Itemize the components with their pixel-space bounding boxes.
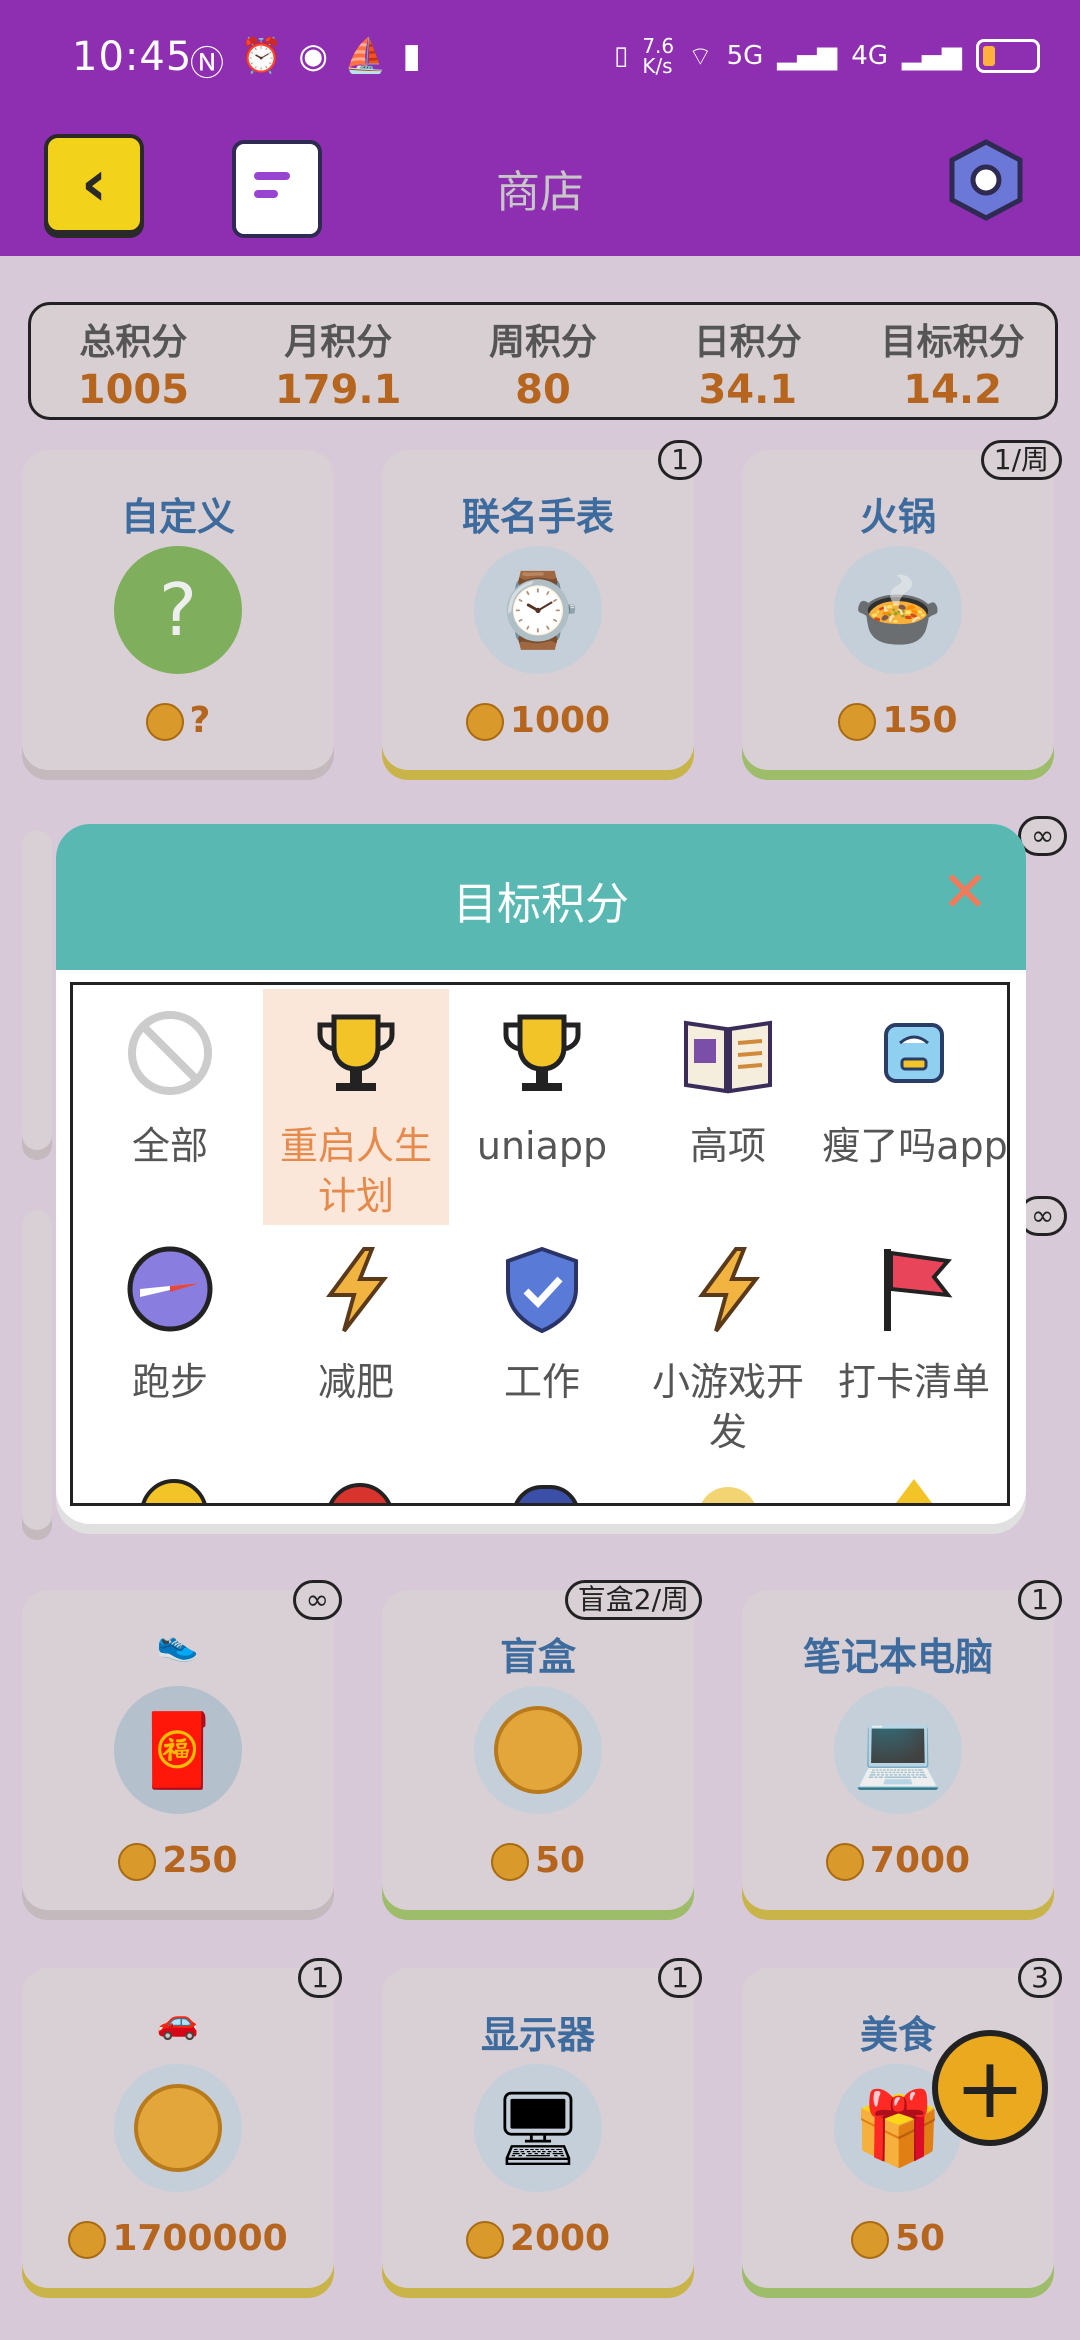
network-5g: 5G — [726, 41, 764, 71]
coin-icon — [838, 703, 877, 741]
coin-icon — [825, 1843, 864, 1881]
goal-item-partial[interactable] — [263, 1465, 449, 1503]
stat-goal: 目标积分 14.2 — [880, 322, 1025, 413]
hotpot-icon: 🍲 — [834, 546, 962, 674]
status-bar: 10:45 Ⓝ ⏰ ◉ ⛵ ▮ ▯ 7.6 K/s ⌔ 5G ▂▄▆ 4G ▂▄… — [0, 0, 1080, 120]
goal-item-partial[interactable] — [77, 1465, 263, 1503]
lightning-icon — [326, 1247, 389, 1333]
app-bar: ‹ 商店 — [0, 120, 1080, 256]
shop-item-hotpot[interactable]: 1/周 火锅 🍲 150 — [742, 440, 1062, 770]
goal-item-minigame-dev[interactable]: 小游戏开发 — [635, 1225, 821, 1461]
status-notification-icons: Ⓝ ⏰ ◉ ⛵ ▮ — [190, 36, 421, 85]
lucky-bag-icon: 🧧 — [114, 1686, 242, 1814]
stock-badge: 1 — [658, 1958, 702, 1998]
settings-hex-icon[interactable] — [944, 138, 1028, 222]
goal-item-partial[interactable] — [821, 1465, 1007, 1503]
coin-icon — [68, 2221, 107, 2259]
stock-badge: 1/周 — [980, 440, 1062, 480]
goal-item-all[interactable]: 全部 — [77, 989, 263, 1225]
coin-icon — [114, 2064, 242, 2192]
shop-item-shoes[interactable]: ∞ 👟 🧧 250 — [22, 1580, 342, 1910]
goal-item-work[interactable]: 工作 — [449, 1225, 635, 1461]
shoe-icon: 👟 — [156, 1624, 200, 1664]
coin-icon — [118, 1843, 157, 1881]
shop-item-blindbox[interactable]: 盲盒2/周 盲盒 50 — [382, 1580, 702, 1910]
battery-icon — [976, 39, 1040, 73]
shop-item-monitor[interactable]: 1 显示器 🖥 2000 — [382, 1958, 702, 2288]
laptop-icon: 💻 — [834, 1686, 962, 1814]
compass-icon — [127, 1246, 213, 1332]
coin-icon — [490, 1843, 529, 1881]
shop-item-laptop[interactable]: 1 笔记本电脑 💻 7000 — [742, 1580, 1062, 1910]
vibrate-icon: ▯ — [614, 41, 629, 71]
points-summary: 总积分 1005 月积分 179.1 周积分 80 日积分 34.1 目标积分 14.2 — [28, 302, 1058, 420]
stock-badge: 3 — [1018, 1958, 1062, 1998]
status-system-icons: ▯ 7.6 K/s ⌔ 5G ▂▄▆ 4G ▂▄▆ — [614, 36, 1040, 76]
stat-total: 总积分 1005 — [77, 322, 190, 413]
shop-item-hidden — [22, 830, 52, 1150]
goal-item-uniapp[interactable]: uniapp — [449, 989, 635, 1225]
status-time: 10:45 — [72, 34, 193, 80]
plus-icon: + — [954, 2039, 1026, 2137]
ship-icon: ⛵ — [344, 36, 387, 76]
trophy-icon — [317, 1014, 395, 1091]
wifi-icon: ⌔ — [688, 41, 713, 72]
net-speed: 7.6 K/s — [642, 34, 675, 78]
lightning-icon — [698, 1247, 761, 1333]
app-icon: ◉ — [298, 36, 329, 76]
goal-item-weight-loss[interactable]: 减肥 — [263, 1225, 449, 1461]
goal-item-partial[interactable] — [635, 1465, 821, 1503]
trophy-icon — [503, 1014, 581, 1091]
shop-item-car[interactable]: 1 🚗 1700000 — [22, 1958, 342, 2288]
stock-badge: 1 — [298, 1958, 342, 1998]
stock-badge: 盲盒2/周 — [564, 1580, 702, 1620]
goal-item-shoulema[interactable]: 瘦了吗app — [821, 989, 1007, 1225]
flag-icon — [884, 1249, 953, 1331]
stock-badge: 1 — [1018, 1580, 1062, 1620]
goal-item-checklist[interactable]: 打卡清单 — [821, 1225, 1007, 1461]
question-icon: ? — [114, 546, 242, 674]
goal-filter-dialog: 目标积分 ✕ 全部 重启人生计划 uniapp 高项 瘦了吗app 跑步 减肥 … — [56, 824, 1026, 1524]
dialog-title: 目标积分 — [453, 879, 629, 930]
book-icon — [684, 1020, 772, 1094]
network-4g: 4G — [851, 41, 888, 71]
dialog-header: 目标积分 ✕ — [56, 824, 1026, 970]
nfc-icon: Ⓝ — [190, 44, 224, 84]
battery-saver-icon: ▮ — [402, 36, 422, 76]
goal-item-gaoxiang[interactable]: 高项 — [635, 989, 821, 1225]
stock-badge: ∞ — [292, 1580, 342, 1620]
goal-item-partial[interactable] — [449, 1465, 635, 1503]
stat-day: 日积分 34.1 — [693, 322, 802, 413]
goal-item-restart-life[interactable]: 重启人生计划 — [263, 989, 449, 1225]
coin-icon — [850, 2221, 889, 2259]
signal-icon-2: ▂▄▆ — [902, 41, 962, 71]
close-icon[interactable]: ✕ — [940, 865, 990, 921]
shop-item-hidden — [22, 1210, 52, 1530]
goal-list[interactable]: 全部 重启人生计划 uniapp 高项 瘦了吗app 跑步 减肥 工作 小游戏开… — [70, 982, 1010, 1506]
signal-icon: ▂▄▆ — [777, 41, 838, 71]
scale-icon — [884, 1023, 944, 1083]
coin-icon — [145, 703, 184, 741]
stock-badge: 1 — [658, 440, 702, 480]
stat-month: 月积分 179.1 — [274, 322, 402, 413]
stat-week: 周积分 80 — [488, 322, 597, 413]
car-icon: 🚗 — [156, 2002, 200, 2042]
coin-icon — [465, 2221, 504, 2259]
goal-item-running[interactable]: 跑步 — [77, 1225, 263, 1461]
watch-icon: ⌚ — [474, 546, 602, 674]
shield-icon — [506, 1246, 578, 1334]
monitor-icon: 🖥 — [474, 2064, 602, 2192]
coin-icon — [474, 1686, 602, 1814]
alarm-icon: ⏰ — [240, 36, 283, 76]
no-entry-icon — [128, 1011, 212, 1095]
add-item-button[interactable]: + — [932, 2030, 1048, 2146]
page-title: 商店 — [496, 167, 584, 218]
shop-item-custom[interactable]: 自定义 ? ? — [22, 450, 334, 770]
coin-icon — [465, 703, 504, 741]
shop-item-watch[interactable]: 1 联名手表 ⌚ 1000 — [382, 440, 702, 770]
